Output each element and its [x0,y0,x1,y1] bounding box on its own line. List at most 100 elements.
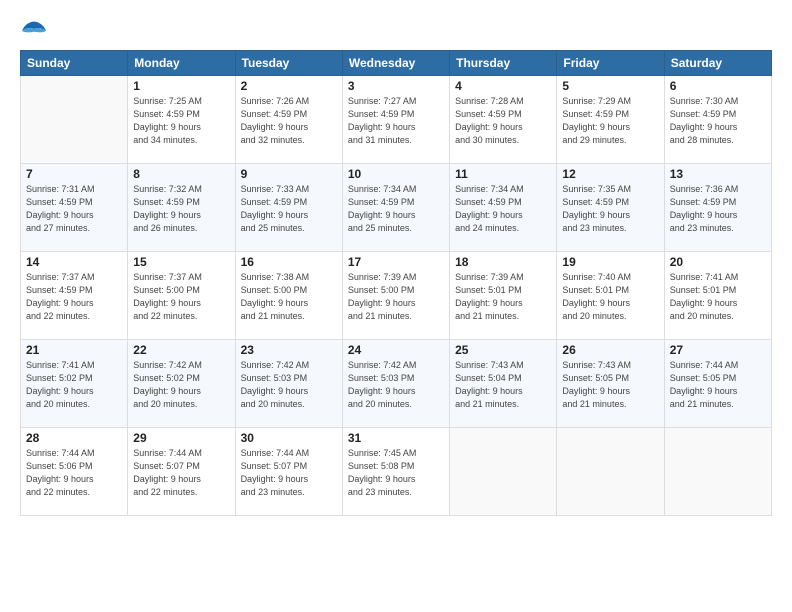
calendar-week-row: 28 Sunrise: 7:44 AM Sunset: 5:06 PM Dayli… [21,428,772,516]
day-info: Sunrise: 7:29 AM Sunset: 4:59 PM Dayligh… [562,95,658,147]
calendar-cell: 2 Sunrise: 7:26 AM Sunset: 4:59 PM Daylig… [235,76,342,164]
calendar-cell: 15 Sunrise: 7:37 AM Sunset: 5:00 PM Dayli… [128,252,235,340]
day-info: Sunrise: 7:44 AM Sunset: 5:06 PM Dayligh… [26,447,122,499]
calendar-cell: 29Sunrise: 7:44 AM Sunset: 5:07 PM Dayli… [128,428,235,516]
calendar-cell: 21Sunrise: 7:41 AM Sunset: 5:02 PM Dayli… [21,340,128,428]
weekday-header: Tuesday [235,51,342,76]
day-number: 30 [241,431,337,445]
day-number: 8 [133,167,229,181]
day-info: Sunrise: 7:44 AM Sunset: 5:05 PM Dayligh… [670,359,766,411]
day-number: 3 [348,79,444,93]
day-number: 4 [455,79,551,93]
calendar-cell: 18Sunrise: 7:39 AM Sunset: 5:01 PM Dayli… [450,252,557,340]
day-number: 25 [455,343,551,357]
calendar-cell: 9Sunrise: 7:33 AM Sunset: 4:59 PM Daylig… [235,164,342,252]
calendar-cell: 8Sunrise: 7:32 AM Sunset: 4:59 PM Daylig… [128,164,235,252]
day-info: Sunrise: 7:37 AM Sunset: 4:59 PM Dayligh… [26,271,122,323]
day-info: Sunrise: 7:26 AM Sunset: 4:59 PM Dayligh… [241,95,337,147]
day-number: 5 [562,79,658,93]
day-number: 20 [670,255,766,269]
day-info: Sunrise: 7:41 AM Sunset: 5:01 PM Dayligh… [670,271,766,323]
calendar-body: 1 Sunrise: 7:25 AM Sunset: 4:59 PM Daylig… [21,76,772,516]
calendar-cell: 16 Sunrise: 7:38 AM Sunset: 5:00 PM Dayli… [235,252,342,340]
day-number: 27 [670,343,766,357]
calendar-cell: 24Sunrise: 7:42 AM Sunset: 5:03 PM Dayli… [342,340,449,428]
day-info: Sunrise: 7:34 AM Sunset: 4:59 PM Dayligh… [348,183,444,235]
day-number: 15 [133,255,229,269]
calendar-cell: 26 Sunrise: 7:43 AM Sunset: 5:05 PM Dayli… [557,340,664,428]
day-number: 31 [348,431,444,445]
logo-icon [20,18,48,40]
calendar-week-row: 21Sunrise: 7:41 AM Sunset: 5:02 PM Dayli… [21,340,772,428]
header [20,18,772,40]
day-info: Sunrise: 7:45 AM Sunset: 5:08 PM Dayligh… [348,447,444,499]
day-info: Sunrise: 7:30 AM Sunset: 4:59 PM Dayligh… [670,95,766,147]
weekday-header: Thursday [450,51,557,76]
day-info: Sunrise: 7:43 AM Sunset: 5:05 PM Dayligh… [562,359,658,411]
calendar-cell: 4 Sunrise: 7:28 AM Sunset: 4:59 PM Daylig… [450,76,557,164]
weekday-header: Sunday [21,51,128,76]
calendar-cell: 27 Sunrise: 7:44 AM Sunset: 5:05 PM Dayli… [664,340,771,428]
calendar-cell: 3 Sunrise: 7:27 AM Sunset: 4:59 PM Daylig… [342,76,449,164]
calendar-week-row: 1 Sunrise: 7:25 AM Sunset: 4:59 PM Daylig… [21,76,772,164]
day-info: Sunrise: 7:44 AM Sunset: 5:07 PM Dayligh… [241,447,337,499]
day-number: 16 [241,255,337,269]
page: SundayMondayTuesdayWednesdayThursdayFrid… [0,0,792,612]
day-number: 11 [455,167,551,181]
calendar-cell: 14Sunrise: 7:37 AM Sunset: 4:59 PM Dayli… [21,252,128,340]
day-info: Sunrise: 7:39 AM Sunset: 5:01 PM Dayligh… [455,271,551,323]
day-number: 2 [241,79,337,93]
day-info: Sunrise: 7:35 AM Sunset: 4:59 PM Dayligh… [562,183,658,235]
day-info: Sunrise: 7:43 AM Sunset: 5:04 PM Dayligh… [455,359,551,411]
day-number: 7 [26,167,122,181]
calendar-cell: 1 Sunrise: 7:25 AM Sunset: 4:59 PM Daylig… [128,76,235,164]
day-number: 22 [133,343,229,357]
calendar-cell: 23 Sunrise: 7:42 AM Sunset: 5:03 PM Dayli… [235,340,342,428]
day-number: 17 [348,255,444,269]
day-number: 12 [562,167,658,181]
day-info: Sunrise: 7:34 AM Sunset: 4:59 PM Dayligh… [455,183,551,235]
day-info: Sunrise: 7:41 AM Sunset: 5:02 PM Dayligh… [26,359,122,411]
day-number: 1 [133,79,229,93]
calendar-cell: 12 Sunrise: 7:35 AM Sunset: 4:59 PM Dayli… [557,164,664,252]
day-number: 6 [670,79,766,93]
day-number: 29 [133,431,229,445]
calendar-cell: 13Sunrise: 7:36 AM Sunset: 4:59 PM Dayli… [664,164,771,252]
day-info: Sunrise: 7:37 AM Sunset: 5:00 PM Dayligh… [133,271,229,323]
day-number: 23 [241,343,337,357]
weekday-row: SundayMondayTuesdayWednesdayThursdayFrid… [21,51,772,76]
calendar-header: SundayMondayTuesdayWednesdayThursdayFrid… [21,51,772,76]
day-number: 10 [348,167,444,181]
calendar-cell: 30 Sunrise: 7:44 AM Sunset: 5:07 PM Dayli… [235,428,342,516]
day-info: Sunrise: 7:42 AM Sunset: 5:03 PM Dayligh… [241,359,337,411]
day-info: Sunrise: 7:38 AM Sunset: 5:00 PM Dayligh… [241,271,337,323]
calendar-cell: 11 Sunrise: 7:34 AM Sunset: 4:59 PM Dayli… [450,164,557,252]
calendar-cell [664,428,771,516]
day-number: 28 [26,431,122,445]
weekday-header: Monday [128,51,235,76]
calendar-cell: 19 Sunrise: 7:40 AM Sunset: 5:01 PM Dayli… [557,252,664,340]
calendar-cell: 7Sunrise: 7:31 AM Sunset: 4:59 PM Daylig… [21,164,128,252]
calendar-cell: 31 Sunrise: 7:45 AM Sunset: 5:08 PM Dayli… [342,428,449,516]
calendar-week-row: 14Sunrise: 7:37 AM Sunset: 4:59 PM Dayli… [21,252,772,340]
calendar-cell: 17Sunrise: 7:39 AM Sunset: 5:00 PM Dayli… [342,252,449,340]
logo [20,18,52,40]
day-info: Sunrise: 7:25 AM Sunset: 4:59 PM Dayligh… [133,95,229,147]
calendar-cell [557,428,664,516]
day-number: 9 [241,167,337,181]
weekday-header: Wednesday [342,51,449,76]
weekday-header: Saturday [664,51,771,76]
day-info: Sunrise: 7:40 AM Sunset: 5:01 PM Dayligh… [562,271,658,323]
calendar-cell: 10 Sunrise: 7:34 AM Sunset: 4:59 PM Dayli… [342,164,449,252]
calendar-cell: 25 Sunrise: 7:43 AM Sunset: 5:04 PM Dayli… [450,340,557,428]
calendar-week-row: 7Sunrise: 7:31 AM Sunset: 4:59 PM Daylig… [21,164,772,252]
calendar-cell: 20 Sunrise: 7:41 AM Sunset: 5:01 PM Dayli… [664,252,771,340]
day-info: Sunrise: 7:27 AM Sunset: 4:59 PM Dayligh… [348,95,444,147]
calendar-cell: 28 Sunrise: 7:44 AM Sunset: 5:06 PM Dayli… [21,428,128,516]
day-number: 19 [562,255,658,269]
calendar-cell: 6 Sunrise: 7:30 AM Sunset: 4:59 PM Daylig… [664,76,771,164]
day-number: 24 [348,343,444,357]
day-info: Sunrise: 7:28 AM Sunset: 4:59 PM Dayligh… [455,95,551,147]
day-number: 26 [562,343,658,357]
calendar-cell: 5 Sunrise: 7:29 AM Sunset: 4:59 PM Daylig… [557,76,664,164]
